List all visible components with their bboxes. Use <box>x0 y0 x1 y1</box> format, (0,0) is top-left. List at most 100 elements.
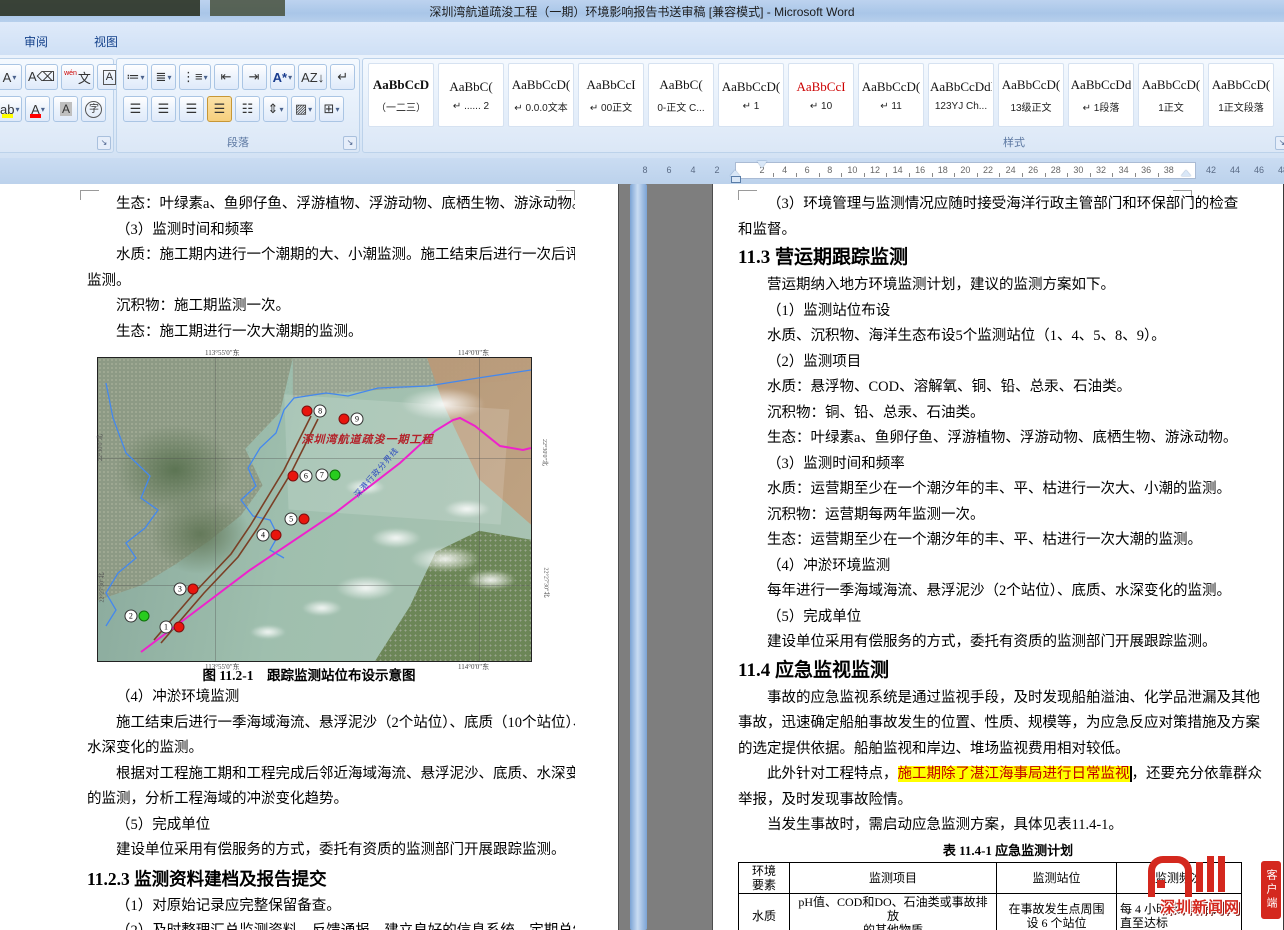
horizontal-ruler[interactable]: 8642246810121416182022242628303234363842… <box>0 158 1284 185</box>
ruler-number: 32 <box>1096 165 1106 175</box>
left-indent-marker[interactable] <box>731 176 741 183</box>
right-indent-marker[interactable] <box>1181 170 1191 176</box>
ruler-number: 24 <box>1006 165 1016 175</box>
paragraph-group: ≔▾≣▾⋮≡▾⇤⇥A*▾AZ↓↵ ☰☰☰☰☷⇕▾▨▾⊞▾ 段落 ↘ <box>116 58 360 153</box>
decrease-indent-icon[interactable]: ⇤ <box>214 64 239 90</box>
map-longitude-label: 114°0'0"东 <box>458 348 489 358</box>
enclose-characters-icon[interactable]: 字 <box>81 96 106 122</box>
distributed-icon[interactable]: ☷ <box>235 96 260 122</box>
ruler-number: 36 <box>1141 165 1151 175</box>
ruler-number: 16 <box>915 165 925 175</box>
text-line: 建设单位采用有偿服务的方式，委托有资质的监测部门开展跟踪监测。 <box>738 630 1278 656</box>
highlighted-text: 施工期除了湛江海事局进行日常监视 <box>898 766 1132 782</box>
text-line: 生态：叶绿素a、鱼卵仔鱼、浮游植物、浮游动物、底栖生物、游泳动物。 <box>738 426 1278 452</box>
styles-dialog-launcher[interactable]: ↘ <box>1275 136 1284 150</box>
ruler-number: 48 <box>1278 165 1284 175</box>
text-line: （5）完成单位 <box>738 605 1278 631</box>
multilevel-list-icon[interactable]: ⋮≡▾ <box>179 64 211 90</box>
align-center-icon[interactable]: ☰ <box>151 96 176 122</box>
window-title: 深圳湾航道疏浚工程（一期）环境影响报告书送审稿 [兼容模式] - Microso… <box>0 3 1284 20</box>
window-titlebar: 深圳湾航道疏浚工程（一期）环境影响报告书送审稿 [兼容模式] - Microso… <box>0 0 1284 23</box>
ruler-number: 12 <box>870 165 880 175</box>
first-line-indent-marker[interactable] <box>757 161 767 168</box>
style-item-5[interactable]: AaBbC(0-正文 C... <box>648 63 714 127</box>
document-area: 生态：叶绿素a、鱼卵仔鱼、浮游植物、浮游动物、底栖生物、游泳动物。（3）监测时间… <box>0 184 1284 930</box>
style-item-13[interactable]: AaBbCcD(1正文段落 <box>1208 63 1274 127</box>
style-item-10[interactable]: AaBbCcD(13级正文 <box>998 63 1064 127</box>
map-latitude-label: 22°30'0"北 <box>541 439 550 466</box>
text-line: 沉积物：施工期监测一次。 <box>87 294 575 320</box>
style-item-12[interactable]: AaBbCcD(1正文 <box>1138 63 1204 127</box>
text-line: 生态：叶绿素a、鱼卵仔鱼、浮游植物、浮游动物、底栖生物、游泳动物。 <box>87 192 575 218</box>
map-latitude-label: 22°27'30"北 <box>96 573 105 603</box>
asian-layout-icon[interactable]: A*▾ <box>270 64 295 90</box>
watermark-site-name: 深圳新闻网 <box>1144 896 1256 917</box>
word-window: 深圳湾航道疏浚工程（一期）环境影响报告书送审稿 [兼容模式] - Microso… <box>0 0 1284 930</box>
table-cell: pH值、COD和DO、石油类或事故排放 的其他物质 <box>790 893 997 930</box>
style-item-11[interactable]: AaBbCcDd↵ 1段落 <box>1068 63 1134 127</box>
borders-icon[interactable]: ⊞▾ <box>319 96 344 122</box>
ruler-number: 14 <box>893 165 903 175</box>
ruler-number: 6 <box>805 165 810 175</box>
bullets-icon[interactable]: ≔▾ <box>123 64 148 90</box>
station-marker-7 <box>329 469 340 480</box>
style-item-1[interactable]: AaBbCcD（一二三） <box>368 63 434 127</box>
text-line: 水质：悬浮物、COD、溶解氧、铜、铅、总汞、石油类。 <box>738 375 1278 401</box>
ruler-number: 4 <box>690 165 695 175</box>
style-item-9[interactable]: AaBbCcDdI123YJ Ch... <box>928 63 994 127</box>
station-number-4: 4 <box>256 528 269 541</box>
style-item-4[interactable]: AaBbCcI↵ 00正文 <box>578 63 644 127</box>
text-line: 事故，迅速确定船舶事故发生的位置、性质、规模等，为应急反应对策措施及方案 <box>738 711 1278 737</box>
style-item-2[interactable]: AaBbC(↵ ...... 2 <box>438 63 504 127</box>
style-item-6[interactable]: AaBbCcD(↵ 1 <box>718 63 784 127</box>
map-latitude-label: 22°30'0"北 <box>95 434 104 461</box>
align-right-icon[interactable]: ☰ <box>179 96 204 122</box>
tab-view[interactable]: 视图 <box>86 30 126 53</box>
ruler-number: 30 <box>1073 165 1083 175</box>
font-dialog-launcher[interactable]: ↘ <box>97 136 111 150</box>
clear-formatting-icon[interactable]: A⌫ <box>25 64 58 90</box>
style-item-3[interactable]: AaBbCcD(↵ 0.0.0文本 <box>508 63 574 127</box>
station-marker-9 <box>338 413 349 424</box>
table-header: 环境 要素 <box>739 862 790 893</box>
page-left[interactable]: 生态：叶绿素a、鱼卵仔鱼、浮游植物、浮游动物、底栖生物、游泳动物。（3）监测时间… <box>0 184 619 930</box>
paragraph-dialog-launcher[interactable]: ↘ <box>343 136 357 150</box>
text-line: 建设单位采用有偿服务的方式，委托有资质的监测部门开展跟踪监测。 <box>87 838 575 864</box>
text-line: 沉积物：铜、铅、总汞、石油类。 <box>738 401 1278 427</box>
ruler-number: 18 <box>938 165 948 175</box>
highlight-color-icon[interactable]: ab▾ <box>0 96 22 122</box>
map-longitude-label: 113°55'0"东 <box>205 348 240 358</box>
font-color-icon[interactable]: A▾ <box>25 96 50 122</box>
justify-icon[interactable]: ☰ <box>207 96 232 122</box>
text-line: 水质：施工期内进行一个潮期的大、小潮监测。施工结束后进行一次后评估 <box>87 243 575 269</box>
station-marker-8 <box>302 406 313 417</box>
table-header: 监测站位 <box>997 862 1117 893</box>
station-number-2: 2 <box>124 609 137 622</box>
ruler-number: 10 <box>847 165 857 175</box>
style-item-7[interactable]: AaBbCcI↵ 10 <box>788 63 854 127</box>
page-right[interactable]: （3）环境管理与监测情况应随时接受海洋行政主管部门和环保部门的检查和监督。11.… <box>712 184 1284 930</box>
increase-indent-icon[interactable]: ⇥ <box>242 64 267 90</box>
text-line: （4）冲淤环境监测 <box>87 685 575 711</box>
align-left-icon[interactable]: ☰ <box>123 96 148 122</box>
change-case-icon[interactable]: A▾ <box>0 64 22 90</box>
ruler-number: 38 <box>1164 165 1174 175</box>
text-line: （4）冲淤环境监测 <box>738 554 1278 580</box>
text-line: 举报，及时发现事故险情。 <box>738 788 1278 814</box>
phonetic-guide-icon[interactable]: wén文 <box>61 64 94 90</box>
text-line: 的选定提供依据。船舶监视和岸边、堆场监视费用相对较低。 <box>738 737 1278 763</box>
text-line: （3）环境管理与监测情况应随时接受海洋行政主管部门和环保部门的检查 <box>738 192 1278 218</box>
station-marker-5 <box>299 513 310 524</box>
tab-review[interactable]: 审阅 <box>16 30 56 53</box>
station-marker-6 <box>287 470 298 481</box>
shading-icon[interactable]: ▨▾ <box>291 96 316 122</box>
character-shading-icon[interactable]: A <box>53 96 78 122</box>
sort-icon[interactable]: AZ↓ <box>298 64 327 90</box>
style-item-8[interactable]: AaBbCcD(↵ 11 <box>858 63 924 127</box>
text-line: 的监测，分析工程海域的冲淤变化趋势。 <box>87 787 575 813</box>
numbering-icon[interactable]: ≣▾ <box>151 64 176 90</box>
ruler-number: 28 <box>1051 165 1061 175</box>
show-marks-icon[interactable]: ↵ <box>330 64 355 90</box>
line-spacing-icon[interactable]: ⇕▾ <box>263 96 288 122</box>
text-line: （2）及时整理汇总监测资料，反馈通报，建立良好的信息系统，定期总结。 <box>87 919 575 930</box>
